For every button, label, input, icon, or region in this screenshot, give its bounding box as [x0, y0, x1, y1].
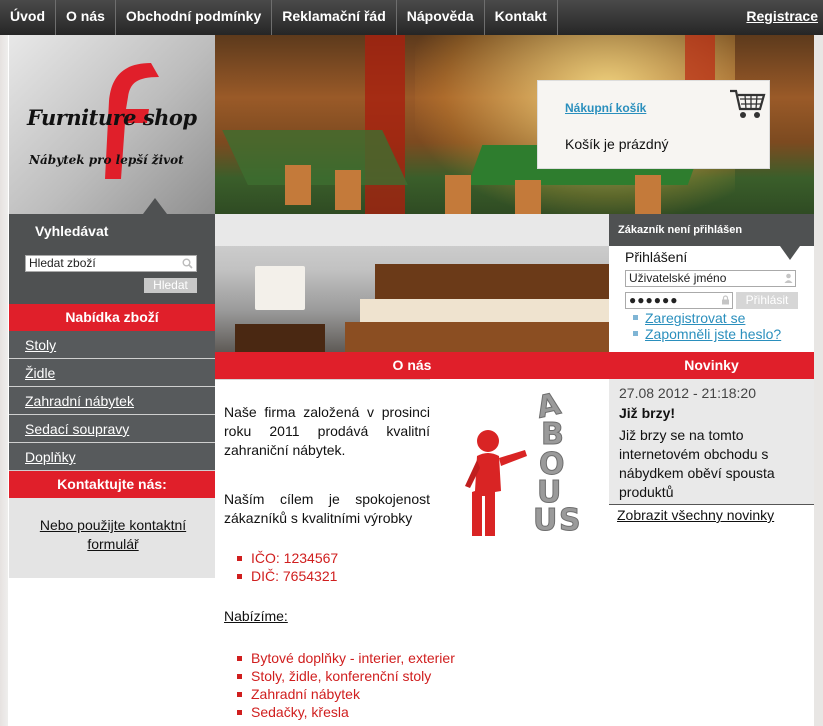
about-heading: O nás: [215, 352, 609, 379]
shopping-cart-box: Nákupní košík Košík je prázdný: [537, 80, 770, 169]
contact-heading: Kontaktujte nás:: [9, 471, 215, 498]
about-paragraph-2: Naším cílem je spokojenost zákazníků s k…: [224, 491, 430, 526]
about-us-illustration: A B O U U S: [465, 386, 581, 539]
lock-icon: [722, 295, 729, 305]
nav-item-napoveda[interactable]: Nápověda: [397, 0, 485, 35]
category-sedaci-soupravy[interactable]: Sedací soupravy: [9, 415, 215, 443]
news-heading: Novinky: [609, 352, 814, 379]
search-input[interactable]: Hledat zboží: [25, 255, 197, 272]
offer-list: Bytové doplňky - interier, exterier Stol…: [237, 649, 455, 721]
contact-panel: Nebo použijte kontaktní formulář: [9, 498, 215, 578]
all-news-link[interactable]: Zobrazit všechny novinky: [609, 504, 814, 524]
offer-item: Sedačky, křesla: [237, 703, 455, 721]
logo-name: Furniture shop: [27, 105, 197, 130]
search-button[interactable]: Hledat: [144, 278, 197, 293]
nav-item-reklamacni-rad[interactable]: Reklamační řád: [272, 0, 397, 35]
login-title: Přihlášení: [625, 249, 688, 265]
search-icon: [182, 258, 193, 269]
login-button[interactable]: Přihlásit: [736, 292, 798, 309]
svg-text:S: S: [559, 503, 581, 538]
offer-label: Nabízíme:: [224, 608, 288, 624]
news-panel: 27.08 2012 - 21:18:20 Již brzy! Již brzy…: [609, 379, 814, 504]
logo-tagline: Nábytek pro lepší život: [29, 153, 184, 167]
login-panel: Přihlášení Uživatelské jméno ●●●●●● Přih…: [609, 246, 814, 352]
cart-link[interactable]: Nákupní košík: [565, 101, 646, 115]
nav-item-kontakt[interactable]: Kontakt: [485, 0, 558, 35]
search-panel: Vyhledávat Hledat zboží Hledat: [9, 198, 215, 304]
account-links: Zaregistrovat se Zapomněli jste heslo?: [633, 310, 781, 342]
category-list: Stoly Židle Zahradní nábytek Sedací soup…: [9, 331, 215, 471]
nav-item-uvod[interactable]: Úvod: [0, 0, 56, 35]
cart-icon[interactable]: [728, 87, 766, 121]
top-navigation: Úvod O nás Obchodní podmínky Reklamační …: [0, 0, 823, 35]
cart-status: Košík je prázdný: [565, 136, 669, 152]
forgot-password-link[interactable]: Zapomněli jste heslo?: [633, 326, 781, 342]
username-field[interactable]: Uživatelské jméno: [625, 270, 796, 287]
nav-item-o-nas[interactable]: O nás: [56, 0, 116, 35]
bedroom-image: [215, 214, 609, 352]
news-date: 27.08 2012 - 21:18:20: [619, 385, 757, 401]
contact-form-link[interactable]: Nebo použijte kontaktní formulář: [33, 516, 193, 554]
about-content: Naše firma založená v prosinci roku 2011…: [215, 380, 609, 726]
offer-item: Zahradní nábytek: [237, 685, 455, 703]
password-field[interactable]: ●●●●●●: [625, 292, 733, 309]
about-paragraph-1: Naše firma založená v prosinci roku 2011…: [224, 404, 430, 458]
user-icon: [784, 273, 793, 283]
dic-item: DIČ: 7654321: [237, 567, 338, 585]
offer-heading: Nabídka zboží: [9, 304, 215, 331]
offer-item: Stoly, židle, konferenční stoly: [237, 667, 455, 685]
svg-text:U: U: [533, 503, 557, 538]
register-account-link[interactable]: Zaregistrovat se: [633, 310, 781, 326]
news-title: Již brzy!: [619, 405, 676, 421]
nav-item-obchodni-podminky[interactable]: Obchodní podmínky: [116, 0, 273, 35]
customer-status: Zákazník není přihlášen: [609, 214, 814, 246]
company-ids: IČO: 1234567 DIČ: 7654321: [237, 549, 338, 585]
category-doplnky[interactable]: Doplňky: [9, 443, 215, 471]
category-zidle[interactable]: Židle: [9, 359, 215, 387]
logo[interactable]: Furniture shop Nábytek pro lepší život: [9, 35, 215, 214]
news-body: Již brzy se na tomto internetovém obchod…: [619, 427, 775, 500]
search-title: Vyhledávat: [35, 223, 109, 239]
category-zahradni-nabytek[interactable]: Zahradní nábytek: [9, 387, 215, 415]
offer-item: Bytové doplňky - interier, exterier: [237, 649, 455, 667]
category-stoly[interactable]: Stoly: [9, 331, 215, 359]
register-link[interactable]: Registrace: [746, 0, 818, 33]
ico-item: IČO: 1234567: [237, 549, 338, 567]
